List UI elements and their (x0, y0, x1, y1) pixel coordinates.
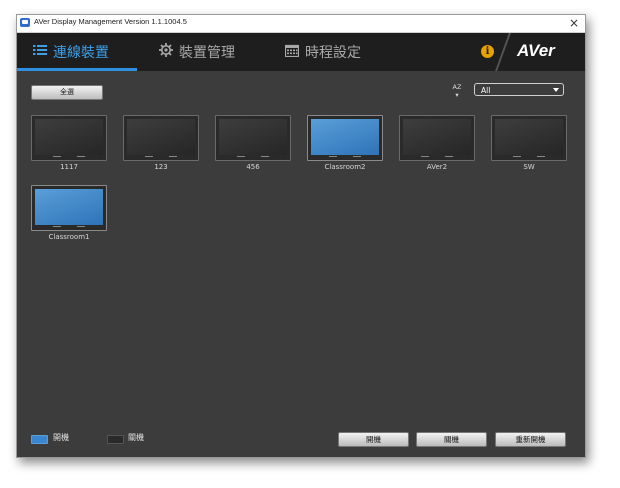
monitor-icon (307, 115, 383, 161)
sort-arrow: ▾ (455, 91, 459, 99)
gear-icon (159, 43, 173, 61)
tab-schedule-settings[interactable]: 時程設定 (284, 33, 361, 71)
list-icon (33, 44, 47, 60)
chevron-down-icon (553, 88, 559, 92)
monitor-icon (399, 115, 475, 161)
device-tile[interactable]: SW (491, 115, 567, 175)
tab-device-management[interactable]: 裝置管理 (159, 33, 235, 71)
group-filter-select[interactable]: All (474, 83, 564, 96)
device-label: 1117 (60, 163, 78, 171)
select-all-button[interactable]: 全選 (31, 85, 103, 100)
tab-label: 連線裝置 (53, 45, 109, 61)
device-tile[interactable]: Classroom1 (31, 185, 107, 245)
device-tile[interactable]: AVer2 (399, 115, 475, 175)
device-label: Classroom2 (324, 163, 366, 171)
monitor-icon (31, 185, 107, 231)
power-off-legend-label: 關機 (128, 433, 144, 442)
monitor-icon (491, 115, 567, 161)
device-tile[interactable]: 1117 (31, 115, 107, 175)
power-off-legend-swatch (107, 435, 124, 444)
monitor-icon (123, 115, 199, 161)
device-tile[interactable]: 456 (215, 115, 291, 175)
filter-value: All (481, 86, 491, 95)
aver-logo: AVer (517, 41, 555, 60)
app-icon (20, 18, 30, 27)
device-label: SW (523, 163, 535, 171)
close-button[interactable]: × (569, 15, 579, 31)
tab-label: 時程設定 (305, 45, 361, 61)
power-on-button[interactable]: 開機 (338, 432, 409, 447)
power-on-legend-swatch (31, 435, 48, 444)
title-bar: AVer Display Management Version 1.1.1004… (17, 15, 585, 33)
active-tab-indicator (17, 68, 137, 71)
sort-az-icon[interactable]: AZ ▾ (451, 83, 463, 99)
device-label: Classroom1 (48, 233, 90, 241)
device-label: 123 (154, 163, 168, 171)
device-tile[interactable]: 123 (123, 115, 199, 175)
calendar-icon (284, 44, 300, 61)
info-icon[interactable]: i (481, 45, 494, 58)
tab-label: 裝置管理 (179, 45, 235, 61)
device-label: 456 (246, 163, 260, 171)
device-label: AVer2 (426, 163, 448, 171)
power-off-button[interactable]: 關機 (416, 432, 487, 447)
monitor-icon (215, 115, 291, 161)
window-title: AVer Display Management Version 1.1.1004… (34, 17, 187, 26)
power-on-legend-label: 開機 (53, 433, 69, 442)
restart-button[interactable]: 重新開機 (495, 432, 566, 447)
tab-bar: 連線裝置 裝置管理 時程設定 i AVer (17, 33, 585, 71)
tab-connected-devices[interactable]: 連線裝置 (33, 33, 109, 71)
monitor-icon (31, 115, 107, 161)
brand-area: i AVer (475, 33, 585, 71)
sort-label: AZ (452, 83, 462, 91)
divider (495, 33, 511, 71)
app-window: AVer Display Management Version 1.1.1004… (16, 14, 586, 458)
device-tile[interactable]: Classroom2 (307, 115, 383, 175)
